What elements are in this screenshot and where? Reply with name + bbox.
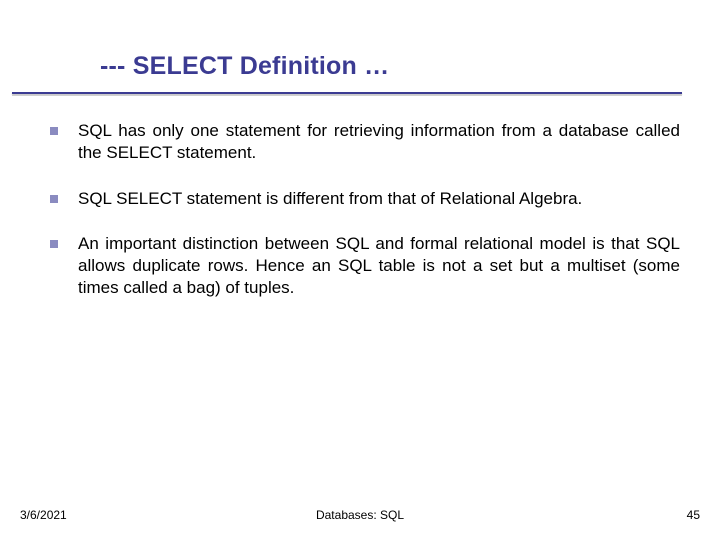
title-underline — [12, 92, 682, 94]
bullet-text: SQL has only one statement for retrievin… — [78, 120, 680, 164]
bullet-item: SQL SELECT statement is different from t… — [50, 188, 680, 210]
slide: --- SELECT Definition … SQL has only one… — [0, 0, 720, 540]
title-wrap: --- SELECT Definition … — [100, 52, 680, 81]
bullet-marker-icon — [50, 195, 58, 203]
slide-title: --- SELECT Definition … — [100, 52, 680, 81]
footer-page-number: 45 — [687, 508, 700, 522]
footer: 3/6/2021 Databases: SQL 45 — [0, 504, 720, 522]
content-area: SQL has only one statement for retrievin… — [50, 120, 680, 323]
bullet-item: An important distinction between SQL and… — [50, 233, 680, 298]
title-underline-shadow — [12, 95, 682, 96]
bullet-text: An important distinction between SQL and… — [78, 233, 680, 298]
bullet-marker-icon — [50, 127, 58, 135]
bullet-marker-icon — [50, 240, 58, 248]
bullet-text: SQL SELECT statement is different from t… — [78, 188, 680, 210]
footer-center: Databases: SQL — [0, 508, 720, 522]
bullet-item: SQL has only one statement for retrievin… — [50, 120, 680, 164]
